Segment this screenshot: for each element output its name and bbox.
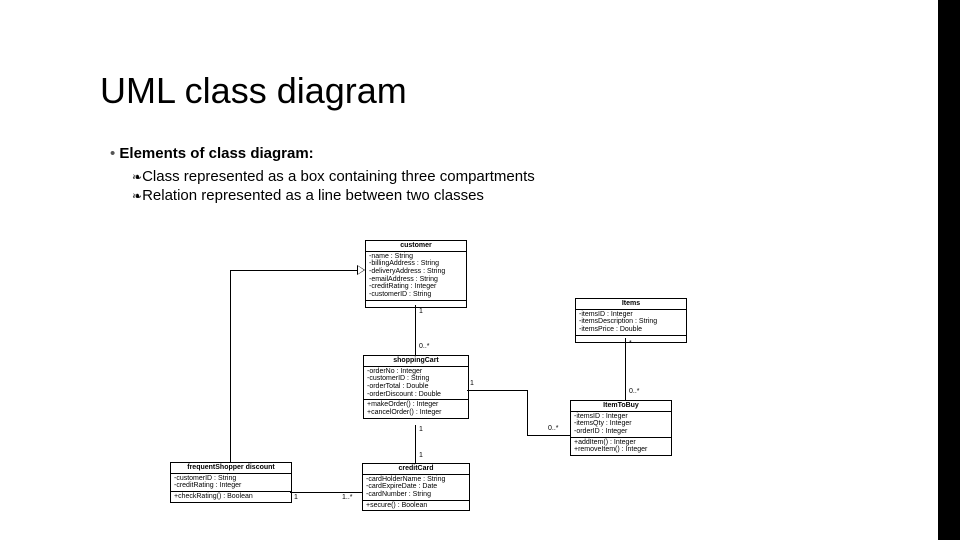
relation-line	[415, 425, 416, 463]
class-ops	[366, 301, 466, 307]
class-shopping-cart: shoppingCart -orderNo : Integer -custome…	[363, 355, 469, 419]
class-ops: +checkRating() : Boolean	[171, 492, 291, 502]
relation-line	[625, 338, 626, 400]
slide: UML class diagram Elements of class diag…	[0, 0, 960, 540]
generalization-arrow-icon	[357, 265, 365, 275]
class-attrs: -cardHolderName : String -cardExpireDate…	[363, 475, 469, 501]
relation-line	[527, 390, 528, 435]
relation-line	[290, 492, 362, 493]
slide-accent-bar	[938, 0, 960, 540]
class-name: shoppingCart	[364, 356, 468, 367]
uml-diagram: customer -name : String -billingAddress …	[170, 240, 790, 520]
class-name: ItemToBuy	[571, 401, 671, 412]
multiplicity-label: 1..*	[342, 494, 353, 502]
multiplicity-label: 1	[419, 308, 423, 316]
class-attrs: -itemsID : Integer -itemsQty : Integer -…	[571, 412, 671, 438]
multiplicity-label: 0..*	[629, 388, 640, 396]
class-ops: +makeOrder() : Integer +cancelOrder() : …	[364, 400, 468, 417]
relation-line	[527, 435, 570, 436]
class-attrs: -name : String -billingAddress : String …	[366, 252, 466, 301]
relation-line	[230, 270, 231, 462]
class-ops: +secure() : Boolean	[363, 501, 469, 511]
multiplicity-label: 1	[419, 452, 423, 460]
bullet-main: Elements of class diagram:	[110, 145, 535, 162]
class-items: Items -itemsID : Integer -itemsDescripti…	[575, 298, 687, 343]
multiplicity-label: 1	[294, 494, 298, 502]
multiplicity-label: *	[629, 340, 632, 348]
class-name: Items	[576, 299, 686, 310]
class-name: frequentShopper discount	[171, 463, 291, 474]
multiplicity-label: 0..*	[548, 425, 559, 433]
bullet-sub-2: Relation represented as a line between t…	[132, 187, 535, 204]
bullet-sub-1: Class represented as a box containing th…	[132, 168, 535, 185]
slide-title: UML class diagram	[100, 70, 407, 112]
class-attrs: -orderNo : Integer -customerID : String …	[364, 367, 468, 401]
class-item-to-buy: ItemToBuy -itemsID : Integer -itemsQty :…	[570, 400, 672, 456]
class-frequent-shopper: frequentShopper discount -customerID : S…	[170, 462, 292, 503]
class-customer: customer -name : String -billingAddress …	[365, 240, 467, 308]
relation-line	[230, 270, 357, 271]
class-attrs: -customerID : String -creditRating : Int…	[171, 474, 291, 492]
multiplicity-label: 1	[419, 426, 423, 434]
multiplicity-label: 0..*	[419, 343, 430, 351]
class-ops: +addItem() : Integer +removeItem() : Int…	[571, 438, 671, 455]
class-attrs: -itemsID : Integer -itemsDescription : S…	[576, 310, 686, 336]
bullet-list: Elements of class diagram: Class represe…	[110, 145, 535, 204]
multiplicity-label: 1	[470, 380, 474, 388]
class-name: creditCard	[363, 464, 469, 475]
class-credit-card: creditCard -cardHolderName : String -car…	[362, 463, 470, 511]
class-name: customer	[366, 241, 466, 252]
relation-line	[467, 390, 527, 391]
relation-line	[415, 305, 416, 355]
